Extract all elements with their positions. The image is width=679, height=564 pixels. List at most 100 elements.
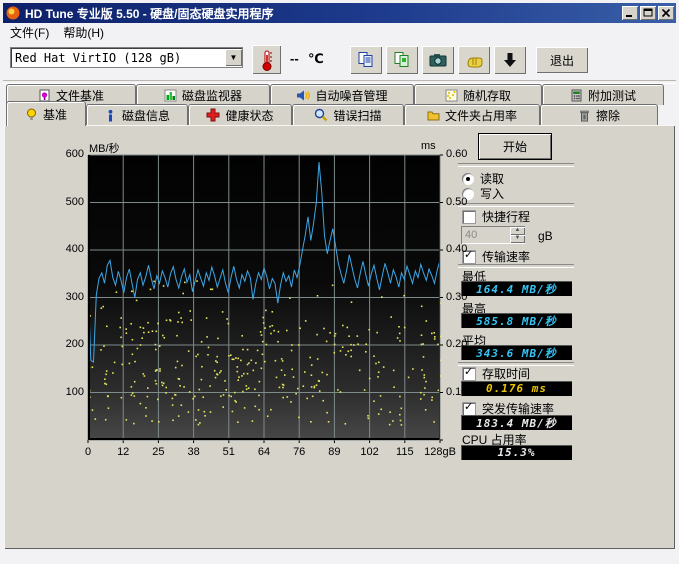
app-icon [5,5,21,21]
hand-icon [465,51,484,69]
read-radio[interactable] [462,173,474,185]
down-arrow-icon [501,51,519,69]
x-axis-tick: 102 [360,446,378,458]
spinner-buttons[interactable]: ▲▼ [510,227,525,243]
tab-label: 擦除 [596,107,620,124]
copy-image-button[interactable] [386,46,418,74]
access-time-label: 存取时间 [482,365,530,382]
min-value-display: 164.4 MB/秒 [461,281,572,296]
access-time-display: 0.176 ms [461,381,572,396]
tab-label: 附加测试 [588,87,636,104]
max-value-display: 585.8 MB/秒 [461,313,572,328]
short-stroke-row[interactable]: 快捷行程 [462,208,530,225]
x-axis-tick: 64 [258,446,270,458]
camera-icon [428,51,448,69]
close-icon [661,8,671,18]
x-axis-tick: 89 [328,446,340,458]
x-axis-tick: 115 [396,446,414,458]
menu-help[interactable]: 帮助(H) [56,22,111,43]
capacity-unit: gB [538,229,553,243]
copy-text-icon [357,51,375,69]
tab-folder-usage[interactable]: 文件夹占用率 [404,104,540,125]
spin-up-icon[interactable]: ▲ [510,227,525,235]
capacity-value: 40 [461,229,510,241]
file-benchmark-icon [38,89,51,102]
y-right-tick: 0.20 [446,338,467,350]
drive-select-value: Red Hat VirtIO (128 gB) [11,51,225,65]
spin-down-icon[interactable]: ▼ [510,235,525,243]
separator [458,163,574,167]
write-radio-row[interactable]: 写入 [462,185,504,202]
burst-rate-display: 183.4 MB/秒 [461,415,572,430]
short-stroke-label: 快捷行程 [482,208,530,225]
separator [458,203,574,207]
health-cross-icon [206,108,220,122]
tab-label: 健康状态 [225,107,273,124]
title-bar: HD Tune 专业版 5.50 - 硬盘/固态硬盘实用程序 [3,3,676,23]
y-left-tick: 500 [40,196,84,208]
y-left-tick: 600 [40,148,84,160]
x-axis-tick: 12 [117,446,129,458]
temperature-unit: ℃ [308,51,324,67]
exit-button[interactable]: 退出 [536,47,588,73]
tab-disk-info[interactable]: 磁盘信息 [86,104,188,125]
benchmark-icon [25,108,38,121]
trash-icon [578,109,591,122]
tab-disk-monitor[interactable]: 磁盘监视器 [136,84,270,105]
chevron-down-icon[interactable]: ▼ [225,49,242,66]
window-title: HD Tune 专业版 5.50 - 硬盘/固态硬盘实用程序 [25,5,620,22]
acoustic-management-icon [296,89,310,102]
disk-info-icon [104,109,117,122]
start-button[interactable]: 开始 [478,133,552,160]
tab-label: 磁盘信息 [122,107,170,124]
screenshot-button[interactable] [422,46,454,74]
tab-error-scan[interactable]: 错误扫描 [292,104,404,125]
access-time-row[interactable]: 存取时间 [462,365,530,382]
y-right-unit: ms [421,140,436,152]
tab-random-access[interactable]: 随机存取 [414,84,542,105]
donate-button[interactable] [458,46,490,74]
y-left-unit: MB/秒 [89,140,120,156]
tab-extra-tests[interactable]: 附加测试 [542,84,664,105]
tab-label: 基准 [43,106,67,123]
copy-image-icon [393,51,411,69]
temperature-button[interactable] [252,45,281,74]
tab-label: 随机存取 [463,87,511,104]
magnifier-icon [314,108,328,122]
random-access-icon [445,89,458,102]
maximize-button[interactable] [640,6,656,20]
copy-text-button[interactable] [350,46,382,74]
y-right-tick: 0.40 [446,243,467,255]
x-axis-tick: 51 [223,446,235,458]
temperature-value: -- [290,51,299,66]
access-time-checkbox[interactable] [462,367,476,381]
short-stroke-checkbox[interactable] [462,210,476,224]
y-right-tick: 0.30 [446,291,467,303]
x-axis-tick: 76 [293,446,305,458]
y-right-tick: 0.50 [446,196,467,208]
extra-tests-icon [570,89,583,102]
thermometer-icon [258,49,276,71]
y-left-tick: 100 [40,386,84,398]
tab-row-primary: 基准 磁盘信息 健康状态 错误扫描 文件夹占用率 擦除 [6,104,658,125]
tab-benchmark[interactable]: 基准 [6,101,86,126]
tab-label: 自动噪音管理 [315,87,387,104]
drive-select[interactable]: Red Hat VirtIO (128 gB) ▼ [10,47,243,68]
close-button[interactable] [658,6,674,20]
minimize-icon [625,8,635,18]
maximize-icon [643,8,653,18]
tab-label: 文件夹占用率 [445,107,517,124]
benchmark-plot [88,155,440,440]
tab-health[interactable]: 健康状态 [188,104,292,125]
transfer-rate-row[interactable]: 传输速率 [462,248,530,265]
hd-tune-window: { "window": { "title": "HD Tune 专业版 5.50… [0,0,679,564]
capacity-spinner[interactable]: 40 ▲▼ [461,226,525,244]
burst-rate-checkbox[interactable] [462,402,476,416]
tab-acoustic-management[interactable]: 自动噪音管理 [270,84,414,105]
tab-erase[interactable]: 擦除 [540,104,658,125]
menu-file[interactable]: 文件(F) [3,22,56,43]
folder-icon [427,109,440,122]
x-axis-tick: 0 [85,446,91,458]
save-button[interactable] [494,46,526,74]
minimize-button[interactable] [622,6,638,20]
